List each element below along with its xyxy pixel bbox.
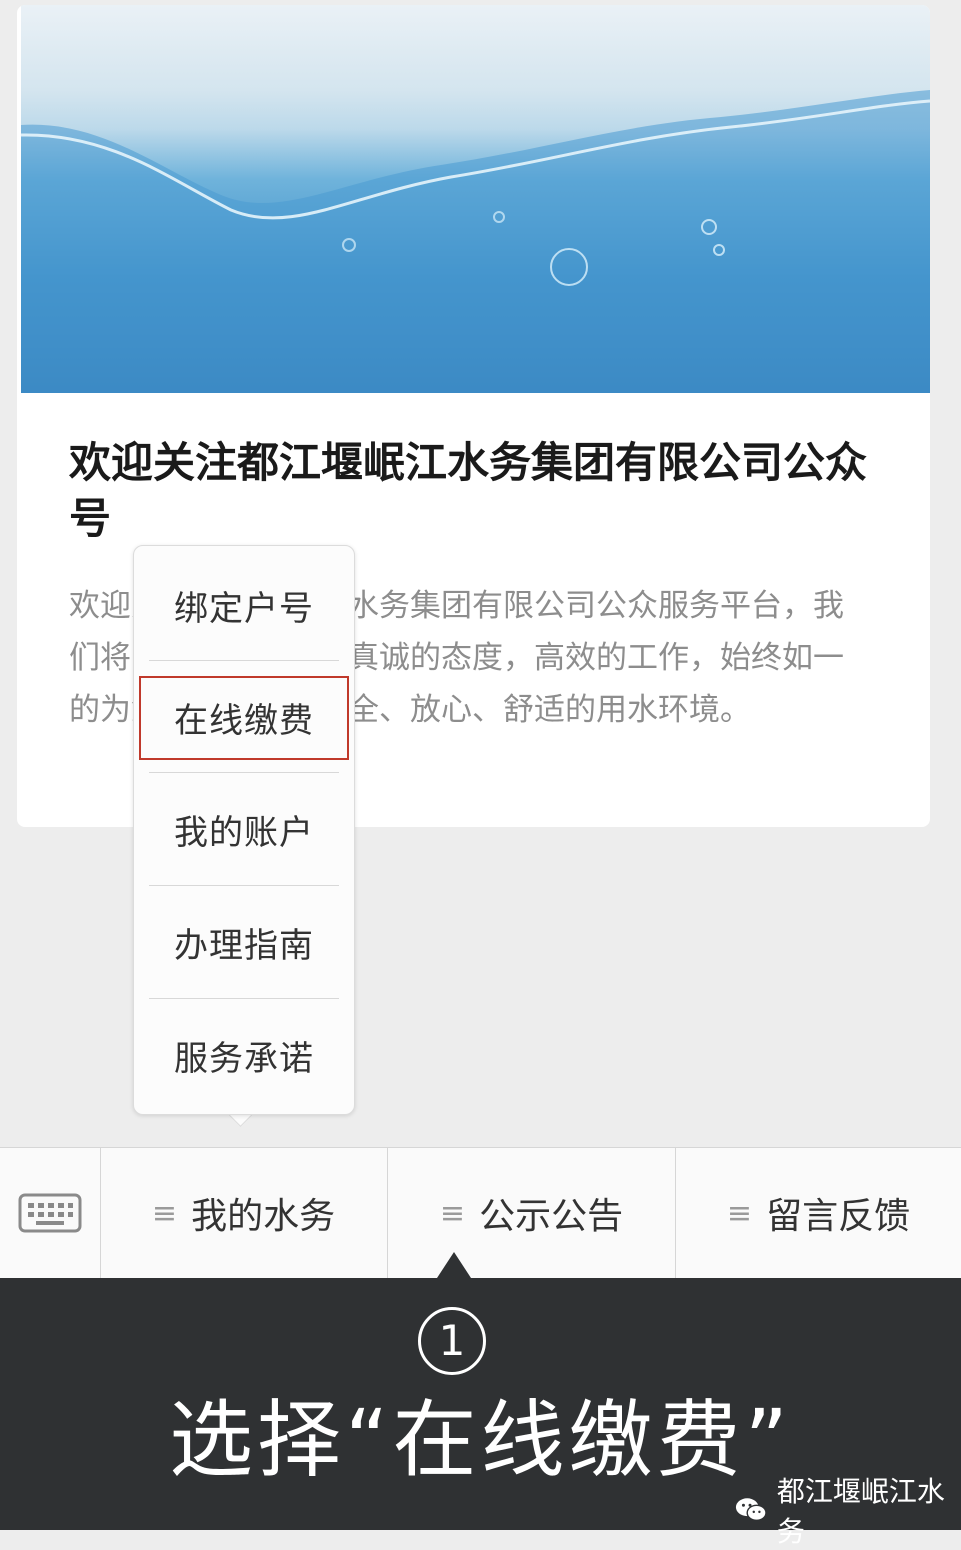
wechat-icon: [735, 1498, 767, 1522]
menu-tab-label: 留言反馈: [766, 1196, 911, 1237]
caption-pointer: [437, 1252, 471, 1278]
menu-lines-icon: ≡: [726, 1195, 753, 1231]
submenu-item-guide[interactable]: 办理指南: [134, 886, 354, 998]
article-title: 欢迎关注都江堰岷江水务集团有限公司公众号: [69, 438, 868, 543]
watermark: 都江堰岷江水务: [735, 1470, 961, 1550]
submenu-item-service-promise[interactable]: 服务承诺: [134, 999, 354, 1111]
menu-tab-my-water[interactable]: ≡ 我的水务: [100, 1148, 388, 1278]
menu-tab-announcements[interactable]: ≡ 公示公告: [388, 1148, 676, 1278]
menu-tab-label: 我的水务: [191, 1196, 336, 1237]
highlight-box: [139, 676, 349, 760]
water-banner-image: [21, 5, 930, 393]
watermark-text: 都江堰岷江水务: [776, 1475, 945, 1548]
keyboard-toggle-button[interactable]: [0, 1148, 101, 1278]
menu-lines-icon: ≡: [439, 1195, 466, 1231]
submenu-popup: 绑定户号 在线缴费 我的账户 办理指南 服务承诺: [133, 545, 355, 1115]
menu-lines-icon: ≡: [151, 1195, 178, 1231]
custom-menu-bar: ≡ 我的水务 ≡ 公示公告 ≡ 留言反馈: [0, 1147, 961, 1278]
step-number-badge: 1: [418, 1307, 486, 1375]
menu-tab-feedback[interactable]: ≡ 留言反馈: [676, 1148, 961, 1278]
submenu-item-bind-account[interactable]: 绑定户号: [134, 549, 354, 661]
submenu-item-my-account[interactable]: 我的账户: [134, 773, 354, 885]
keyboard-icon: [18, 1193, 82, 1233]
menu-tab-label: 公示公告: [479, 1196, 624, 1237]
